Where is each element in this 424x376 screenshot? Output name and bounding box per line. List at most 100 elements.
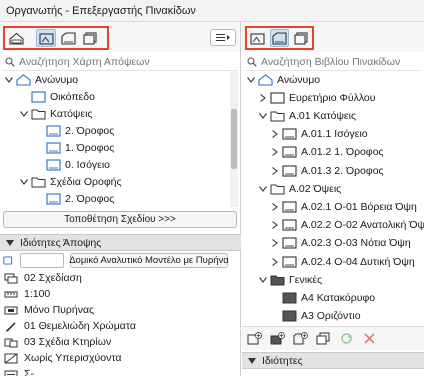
left-tree-row[interactable]: 2. Όροφος	[34, 122, 114, 139]
search-icon	[247, 57, 257, 67]
floor-plan-icon	[46, 124, 61, 137]
view-map-tree: Ανώνυμο Οικόπεδο Κατόψεις 2. Όροφος 1. Όροφο…	[0, 71, 230, 207]
right-tree-label: A.02.3 Ο-03 Νότια Όψη	[301, 237, 411, 250]
left-tree-label: 2. Όροφος	[65, 124, 115, 137]
window-title: Οργανωτής - Επεξεργαστής Πινακίδων	[0, 0, 424, 22]
right-tree-row[interactable]: A.01.3 2. Όροφος	[270, 162, 384, 179]
new-layout-icon[interactable]	[247, 332, 262, 345]
right-layout-book-button[interactable]	[269, 29, 290, 47]
right-tree-row[interactable]: Γενικές	[258, 271, 322, 288]
expand-right-arrow-icon[interactable]	[258, 93, 268, 103]
left-tree-row[interactable]: Ανώνυμο	[4, 71, 78, 88]
duplicate-icon[interactable]	[316, 332, 331, 345]
expand-down-arrow-icon[interactable]	[4, 75, 14, 85]
right-tree-row[interactable]: A4 Κατακόρυφο	[270, 289, 375, 306]
publisher-sets-icon	[294, 31, 308, 45]
view-map-scrollbar[interactable]	[230, 71, 238, 207]
expand-right-arrow-icon[interactable]	[270, 202, 280, 212]
expand-right-arrow-icon[interactable]	[270, 220, 280, 230]
layout-icon	[282, 164, 297, 177]
delete-icon[interactable]	[362, 332, 377, 345]
expand-down-arrow-icon[interactable]	[19, 177, 29, 187]
right-tree-row[interactable]: A.02.3 Ο-03 Νότια Όψη	[270, 235, 411, 252]
right-view-map-button[interactable]	[248, 29, 268, 47]
renovation-row[interactable]: Χωρίς Υπερισχύοντα	[4, 350, 121, 366]
project-icon	[16, 73, 31, 86]
left-tree-row[interactable]: Οικόπεδο	[19, 88, 95, 105]
expand-right-arrow-icon[interactable]	[270, 129, 280, 139]
left-tree-row[interactable]: 2. Όροφος	[34, 190, 114, 207]
view-properties-title: Ιδιότητες Άποψης	[20, 236, 102, 249]
expand-right-arrow-icon[interactable]	[270, 166, 280, 176]
layout-icon	[282, 128, 297, 140]
right-tree-label: Γενικές	[289, 273, 323, 286]
publisher-sets-icon	[82, 31, 97, 45]
place-drawing-button[interactable]: Τοποθέτηση Σχεδίου >>>	[3, 211, 237, 228]
layout-book-button[interactable]	[58, 29, 78, 47]
publisher-sets-button[interactable]	[80, 29, 100, 47]
expand-right-arrow-icon[interactable]	[270, 238, 280, 248]
right-tree-row[interactable]: A.02 Όψεις	[258, 180, 341, 197]
right-tree-row[interactable]: A.01.2 1. Όροφος	[270, 144, 384, 161]
right-tree-row[interactable]: Ανώνυμο	[246, 71, 320, 88]
right-tree-row[interactable]: A.01.1 Ισόγειο	[270, 126, 368, 143]
pen-set-row[interactable]: 01 Θεμελιώδη Χρώματα	[4, 318, 136, 334]
left-tree-row[interactable]: 0. Ισόγειο	[34, 156, 110, 173]
menu-lines-icon	[216, 34, 230, 41]
right-tree-row[interactable]: A.02.1 Ο-01 Βόρεια Όψη	[270, 198, 417, 215]
properties-title: Ιδιότητες	[262, 354, 303, 367]
expand-down-arrow-icon[interactable]	[258, 111, 268, 121]
model-view-options-row[interactable]: 03 Σχέδια Κτηρίων	[4, 334, 111, 350]
expand-right-arrow-icon[interactable]	[270, 257, 280, 267]
new-subset-icon[interactable]	[270, 332, 285, 345]
view-map-search[interactable]	[3, 54, 237, 71]
dimension-row[interactable]: Σ-	[4, 366, 34, 376]
layout-icon	[282, 255, 297, 268]
right-tree-label: A.01.3 2. Όροφος	[301, 164, 384, 177]
layout-book-search[interactable]	[245, 54, 421, 71]
structure-row[interactable]: Μόνο Πυρήνας	[4, 302, 94, 318]
right-tree-row[interactable]: A.01 Κατόψεις	[258, 107, 356, 124]
layout-book-icon	[272, 31, 287, 45]
expand-down-arrow-icon[interactable]	[246, 75, 256, 85]
expand-down-arrow-icon[interactable]	[258, 184, 268, 194]
left-tree-row[interactable]: Κατόψεις	[19, 105, 93, 122]
right-tree-row[interactable]: A.02.4 Ο-04 Δυτική Όψη	[270, 253, 415, 270]
view-map-button[interactable]	[36, 29, 56, 47]
project-icon	[258, 73, 273, 86]
right-tree-label: A.02 Όψεις	[289, 182, 342, 195]
expand-right-arrow-icon[interactable]	[270, 147, 280, 157]
expand-down-arrow-icon[interactable]	[19, 109, 29, 119]
expand-down-arrow-icon[interactable]	[258, 275, 268, 285]
right-tree-row[interactable]: A.02.2 Ο-02 Ανατολική Όψη	[270, 217, 424, 234]
project-map-button[interactable]	[6, 29, 26, 47]
collapse-arrow-icon	[6, 239, 14, 246]
view-properties-header[interactable]: Ιδιότητες Άποψης	[0, 234, 241, 251]
floor-plan-icon	[46, 158, 61, 171]
layout-book-pane: Ανώνυμο Ευρετήριο Φύλλου A.01 Κατόψεις A.01…	[242, 22, 424, 376]
search-icon	[5, 57, 15, 67]
right-tree-row[interactable]: Ευρετήριο Φύλλου	[258, 89, 376, 106]
right-tree-row[interactable]: A3 Οριζόντιο	[270, 308, 361, 325]
properties-header[interactable]: Ιδιότητες	[242, 352, 424, 369]
view-map-search-input[interactable]	[19, 56, 237, 68]
folder-icon	[31, 176, 46, 188]
new-master-icon[interactable]	[293, 332, 308, 345]
layout-book-search-input[interactable]	[261, 56, 421, 68]
sheet-index-icon	[270, 92, 285, 104]
left-tree-row[interactable]: Σχέδια Οροφής	[19, 173, 122, 190]
project-map-icon	[8, 32, 24, 45]
model-view-combo[interactable]: Δομικό Αναλυτικό Μοντέλο με Πυρήνα	[69, 252, 229, 268]
layout-icon	[282, 201, 297, 213]
update-icon[interactable]	[339, 332, 354, 345]
right-publisher-sets-button[interactable]	[291, 29, 311, 47]
pen-icon	[5, 321, 16, 332]
view-id-field[interactable]	[20, 252, 64, 268]
view-map-scroll-thumb[interactable]	[231, 109, 237, 169]
left-tree-label: 0. Ισόγειο	[65, 158, 111, 171]
left-tree-row[interactable]: 1. Όροφος	[34, 139, 114, 156]
layer-combo-row[interactable]: 02 Σχεδίαση	[4, 270, 82, 286]
scale-row[interactable]: 1:100	[4, 286, 50, 302]
panel-menu-button[interactable]	[210, 29, 236, 46]
